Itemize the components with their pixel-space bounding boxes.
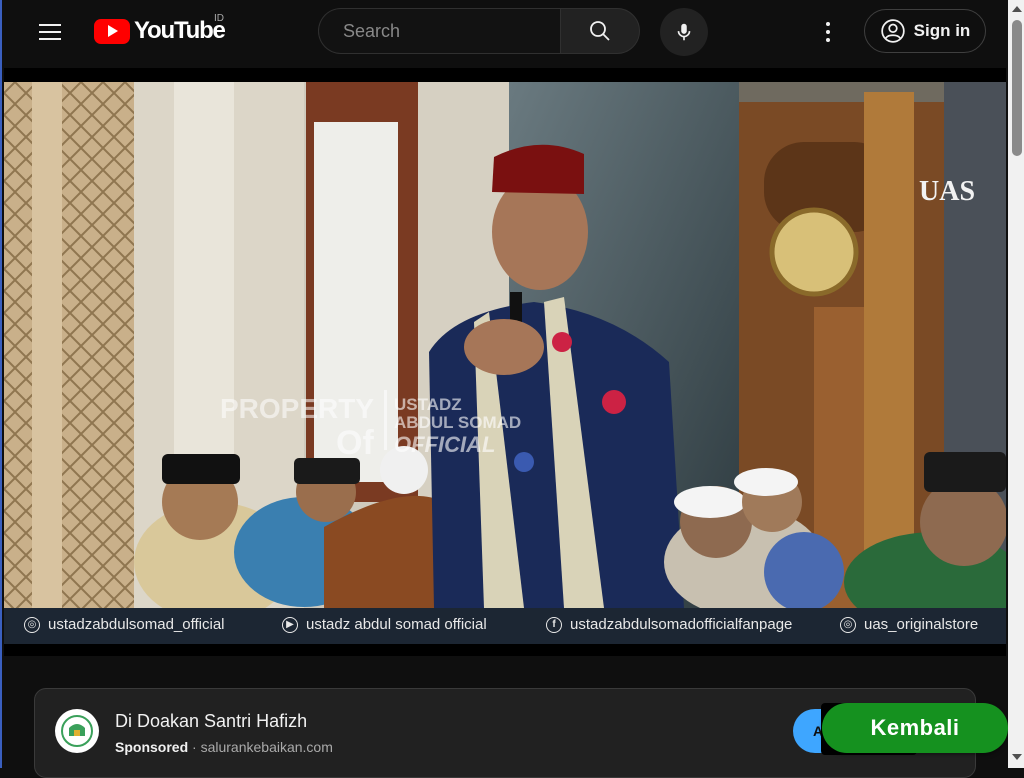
kebab-dot — [826, 38, 830, 42]
scroll-thumb[interactable] — [1012, 20, 1022, 156]
instagram-icon: ◎ — [24, 616, 40, 633]
search-button[interactable] — [560, 8, 640, 54]
scroll-down-arrow-icon[interactable] — [1012, 754, 1022, 760]
kebab-dot — [826, 22, 830, 26]
social-label: ustadz abdul somad official — [306, 616, 487, 633]
social-instagram-official: ◎ ustadzabdulsomad_official — [24, 616, 225, 633]
watermark-property: PROPERTY — [220, 393, 374, 424]
ad-title[interactable]: Di Doakan Santri Hafizh — [115, 711, 307, 732]
video-scene: UAS PROPERTY Of USTADZ ABDUL SOMAD OFFIC… — [4, 82, 1006, 608]
page-scrollbar[interactable] — [1008, 0, 1024, 768]
kebab-dot — [826, 30, 830, 34]
kembali-button[interactable]: Kembali — [822, 703, 1008, 753]
search-input[interactable] — [341, 19, 545, 43]
guide-menu-button[interactable] — [30, 12, 70, 52]
youtube-play-icon — [94, 18, 130, 44]
facebook-icon: f — [546, 616, 562, 633]
watermark-channel-3: OFFICIAL — [394, 432, 495, 457]
menu-line — [39, 38, 61, 40]
advertiser-logo — [55, 709, 99, 753]
meta-separator: · — [192, 739, 197, 755]
sign-in-button[interactable]: Sign in — [864, 9, 986, 53]
youtube-icon: ▶ — [282, 616, 298, 633]
social-label: ustadzabdulsomad_official — [48, 616, 225, 633]
logo-wordmark: YouTube — [134, 17, 226, 44]
watermark-channel-1: USTADZ — [394, 395, 462, 414]
microphone-icon — [677, 23, 691, 41]
country-code: ID — [214, 13, 224, 24]
uas-corner-logo: UAS — [919, 176, 975, 207]
search-box — [318, 8, 560, 54]
social-label: ustadzabdulsomadofficialfanpage — [570, 616, 793, 633]
account-icon — [880, 19, 905, 43]
social-label: uas_originalstore — [864, 616, 979, 633]
ad-meta: Sponsored · salurankebaikan.com — [115, 739, 333, 755]
ad-domain: salurankebaikan.com — [200, 739, 333, 755]
youtube-logo[interactable]: YouTube ID — [94, 13, 226, 44]
social-facebook: f ustadzabdulsomadofficialfanpage — [546, 616, 792, 633]
watermark-channel-2: ABDUL SOMAD — [394, 413, 521, 432]
social-instagram-store: ◎ uas_originalstore — [840, 616, 978, 633]
social-youtube: ▶ ustadz abdul somad official — [282, 616, 487, 633]
video-frame[interactable]: UAS PROPERTY Of USTADZ ABDUL SOMAD OFFIC… — [4, 82, 1006, 608]
masthead: YouTube ID Search Sign in — [4, 0, 1008, 64]
video-player[interactable]: UAS PROPERTY Of USTADZ ABDUL SOMAD OFFIC… — [4, 68, 1006, 656]
sign-in-label: Sign in — [913, 21, 971, 40]
search-icon — [590, 21, 610, 41]
instagram-icon: ◎ — [840, 616, 856, 633]
settings-menu-button[interactable] — [816, 12, 840, 52]
menu-line — [39, 31, 61, 33]
scroll-up-arrow-icon[interactable] — [1012, 6, 1022, 12]
watermark-of: Of — [336, 424, 374, 462]
social-handles-bar: ◎ ustadzabdulsomad_official ▶ ustadz abd… — [4, 608, 1006, 644]
browser-viewport: YouTube ID Search Sign in UAS PROPERTY O… — [0, 0, 1024, 778]
sponsored-label: Sponsored — [115, 739, 189, 755]
menu-line — [39, 24, 61, 26]
voice-search-button[interactable] — [660, 8, 708, 56]
